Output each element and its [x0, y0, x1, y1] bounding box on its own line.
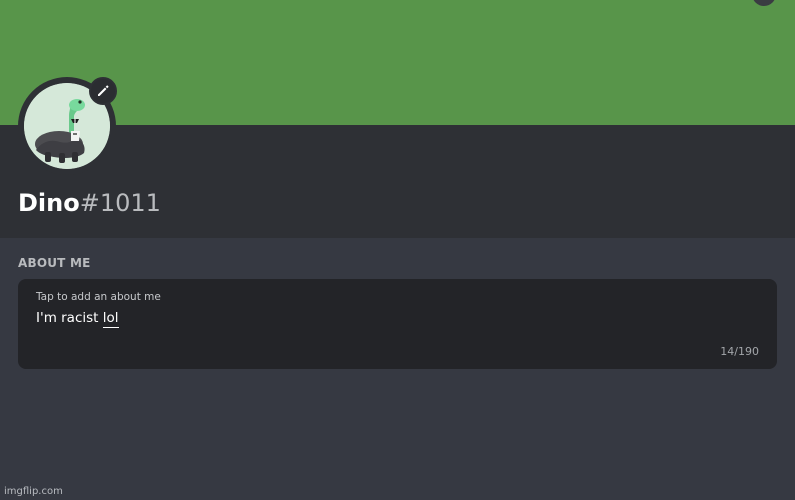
about-me-heading: ABOUT ME [18, 256, 91, 270]
pencil-icon [98, 85, 109, 96]
character-count: 14/190 [720, 345, 759, 358]
about-me-text[interactable]: I'm racist lol [36, 310, 119, 328]
imgflip-watermark: imgflip.com [4, 486, 63, 497]
profile-banner[interactable] [0, 0, 795, 125]
about-me-text-prefix: I'm racist [36, 310, 103, 326]
username: Dino#1011 [18, 188, 161, 218]
about-me-input[interactable]: Tap to add an about me I'm racist lol 14… [18, 279, 777, 369]
username-discriminator: #1011 [79, 189, 161, 217]
edit-avatar-button[interactable] [89, 77, 117, 105]
about-me-placeholder: Tap to add an about me [36, 291, 161, 303]
username-name: Dino [18, 189, 80, 217]
banner-corner-button[interactable] [752, 0, 776, 6]
profile-header [0, 125, 795, 238]
about-me-text-underlined: lol [102, 310, 119, 328]
profile-screen: Dino#1011 ABOUT ME Tap to add an about m… [0, 0, 795, 500]
